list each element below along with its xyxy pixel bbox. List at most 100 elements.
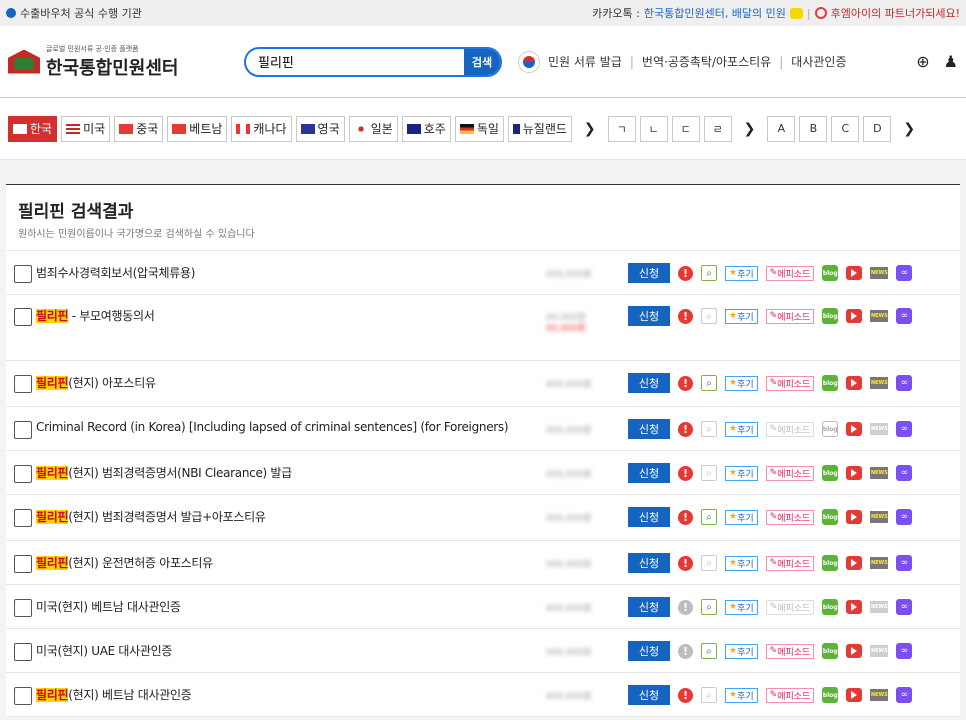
alert-icon[interactable]: ! xyxy=(678,265,693,281)
apply-button[interactable]: 신청 xyxy=(628,373,670,393)
flag-next-chevron-icon[interactable]: ❯ xyxy=(576,121,604,137)
review-button[interactable]: ★ 후기 xyxy=(725,555,758,571)
result-title[interactable]: 미국(현지) 베트남 대사관인증 xyxy=(36,598,181,615)
link-icon[interactable]: ∞ xyxy=(896,465,913,481)
alert-icon[interactable]: ! xyxy=(678,375,693,391)
consonant-next-chevron-icon[interactable]: ❯ xyxy=(736,121,764,137)
nav-item-translation[interactable]: 번역·공증촉탁/아포스티유 xyxy=(642,53,771,70)
result-title[interactable]: 필리핀(현지) 운전면허증 아포스티유 xyxy=(36,554,213,571)
preview-icon[interactable]: ⌕ xyxy=(701,375,717,391)
alert-icon[interactable]: ! xyxy=(678,599,693,615)
news-icon[interactable]: NEWS xyxy=(870,689,889,701)
flag-canada[interactable]: 캐나다 xyxy=(231,115,292,142)
row-checkbox[interactable] xyxy=(14,308,32,326)
news-icon[interactable]: NEWS xyxy=(870,377,889,389)
youtube-icon[interactable] xyxy=(846,600,863,614)
preview-icon[interactable]: ⌕ xyxy=(701,465,717,481)
apply-button[interactable]: 신청 xyxy=(628,641,670,661)
filter-consonant[interactable]: ㄱ xyxy=(607,115,636,142)
filter-letter[interactable]: D xyxy=(863,115,892,142)
apply-button[interactable]: 신청 xyxy=(628,463,670,483)
result-row[interactable]: 필리핀 - 부모여행동의서 00,000원 00,000원 신청 ! ⌕ ★ 후기… xyxy=(6,295,960,361)
blog-icon[interactable]: blog xyxy=(822,375,839,391)
alert-icon[interactable]: ! xyxy=(678,465,693,481)
nav-item-embassy[interactable]: 대사관인증 xyxy=(791,53,846,70)
flag-korea[interactable]: 한국 xyxy=(8,115,58,142)
filter-consonant[interactable]: ㄹ xyxy=(703,115,732,142)
preview-icon[interactable]: ⌕ xyxy=(701,555,717,571)
flag-japan[interactable]: 일본 xyxy=(348,115,398,142)
row-checkbox[interactable] xyxy=(14,375,32,393)
review-button[interactable]: ★ 후기 xyxy=(725,465,758,481)
flag-vietnam[interactable]: 베트남 xyxy=(167,115,228,142)
review-button[interactable]: ★ 후기 xyxy=(725,509,758,525)
news-icon[interactable]: NEWS xyxy=(870,601,889,613)
apply-button[interactable]: 신청 xyxy=(628,597,670,617)
news-icon[interactable]: NEWS xyxy=(870,310,889,322)
result-title[interactable]: 필리핀(현지) 범죄경력증명서(NBI Clearance) 발급 xyxy=(36,464,292,481)
search-button[interactable]: 검색 xyxy=(464,48,500,75)
blog-icon[interactable]: blog xyxy=(822,509,839,525)
result-title[interactable]: 필리핀(현지) 아포스티유 xyxy=(36,374,156,391)
episode-button[interactable]: ✎ 에피소드 xyxy=(765,509,815,525)
youtube-icon[interactable] xyxy=(846,422,863,436)
episode-button[interactable]: ✎ 에피소드 xyxy=(765,265,815,281)
link-icon[interactable]: ∞ xyxy=(896,599,913,615)
review-button[interactable]: ★ 후기 xyxy=(725,643,758,659)
episode-button[interactable]: ✎ 에피소드 xyxy=(765,375,815,391)
review-button[interactable]: ★ 후기 xyxy=(725,599,758,615)
alert-icon[interactable]: ! xyxy=(678,555,693,571)
preview-icon[interactable]: ⌕ xyxy=(701,643,717,659)
youtube-icon[interactable] xyxy=(846,510,863,524)
row-checkbox[interactable] xyxy=(14,555,32,573)
link-icon[interactable]: ∞ xyxy=(896,421,913,437)
link-icon[interactable]: ∞ xyxy=(896,375,913,391)
news-icon[interactable]: NEWS xyxy=(870,267,889,279)
preview-icon[interactable]: ⌕ xyxy=(701,308,717,324)
result-row[interactable]: 범죄수사경력회보서(압국체류용) 000,000원 신청 ! ⌕ ★ 후기 ✎ 에피… xyxy=(6,251,960,295)
row-checkbox[interactable] xyxy=(14,265,32,283)
news-icon[interactable]: NEWS xyxy=(870,557,889,569)
link-icon[interactable]: ∞ xyxy=(896,509,913,525)
preview-icon[interactable]: ⌕ xyxy=(701,509,717,525)
filter-consonant[interactable]: ㄷ xyxy=(671,115,700,142)
news-icon[interactable]: NEWS xyxy=(870,423,889,435)
blog-icon[interactable]: blog xyxy=(822,687,839,703)
link-icon[interactable]: ∞ xyxy=(896,687,913,703)
alert-icon[interactable]: ! xyxy=(678,509,693,525)
flag-germany[interactable]: 독일 xyxy=(454,115,504,142)
episode-button[interactable]: ✎ 에피소드 xyxy=(765,555,815,571)
filter-letter[interactable]: A xyxy=(767,115,796,142)
review-button[interactable]: ★ 후기 xyxy=(725,265,758,281)
link-icon[interactable]: ∞ xyxy=(896,308,913,324)
youtube-icon[interactable] xyxy=(846,688,863,702)
result-row[interactable]: 필리핀(현지) 베트남 대사관인증 000,000원 신청 ! ⌕ ★ 후기 ✎ 에… xyxy=(6,673,960,717)
row-checkbox[interactable] xyxy=(14,687,32,705)
result-title[interactable]: 필리핀(현지) 범죄경력증명서 발급+아포스티유 xyxy=(36,508,266,525)
episode-button[interactable]: ✎ 에피소드 xyxy=(765,643,815,659)
apply-button[interactable]: 신청 xyxy=(628,263,670,283)
preview-icon[interactable]: ⌕ xyxy=(701,421,717,437)
result-row[interactable]: 필리핀(현지) 운전면허증 아포스티유 000,000원 신청 ! ⌕ ★ 후기 … xyxy=(6,541,960,585)
youtube-icon[interactable] xyxy=(846,556,863,570)
preview-icon[interactable]: ⌕ xyxy=(701,599,717,615)
flag-australia[interactable]: 호주 xyxy=(401,115,451,142)
alert-icon[interactable]: ! xyxy=(678,308,693,324)
search-input[interactable] xyxy=(246,54,464,69)
flag-uk[interactable]: 영국 xyxy=(295,115,345,142)
preview-icon[interactable]: ⌕ xyxy=(701,687,717,703)
result-row[interactable]: 미국(현지) UAE 대사관인증 000,000원 신청 ! ⌕ ★ 후기 ✎ 에피… xyxy=(6,629,960,673)
review-button[interactable]: ★ 후기 xyxy=(725,687,758,703)
result-title[interactable]: 미국(현지) UAE 대사관인증 xyxy=(36,642,172,659)
blog-icon[interactable]: blog xyxy=(822,265,839,281)
blog-icon[interactable]: blog xyxy=(822,465,839,481)
review-button[interactable]: ★ 후기 xyxy=(725,421,758,437)
globe-icon[interactable]: ⊕ xyxy=(916,52,929,71)
news-icon[interactable]: NEWS xyxy=(870,511,889,523)
link-icon[interactable]: ∞ xyxy=(896,643,913,659)
blog-icon[interactable]: blog xyxy=(822,643,839,659)
letter-next-chevron-icon[interactable]: ❯ xyxy=(895,121,923,137)
nav-item-documents[interactable]: 민원 서류 발급 xyxy=(548,53,622,70)
site-logo[interactable]: 글로벌 민원서류 공·인증 플랫폼 한국통합민원센터 xyxy=(8,44,240,80)
result-title[interactable]: 필리핀(현지) 베트남 대사관인증 xyxy=(36,686,192,703)
